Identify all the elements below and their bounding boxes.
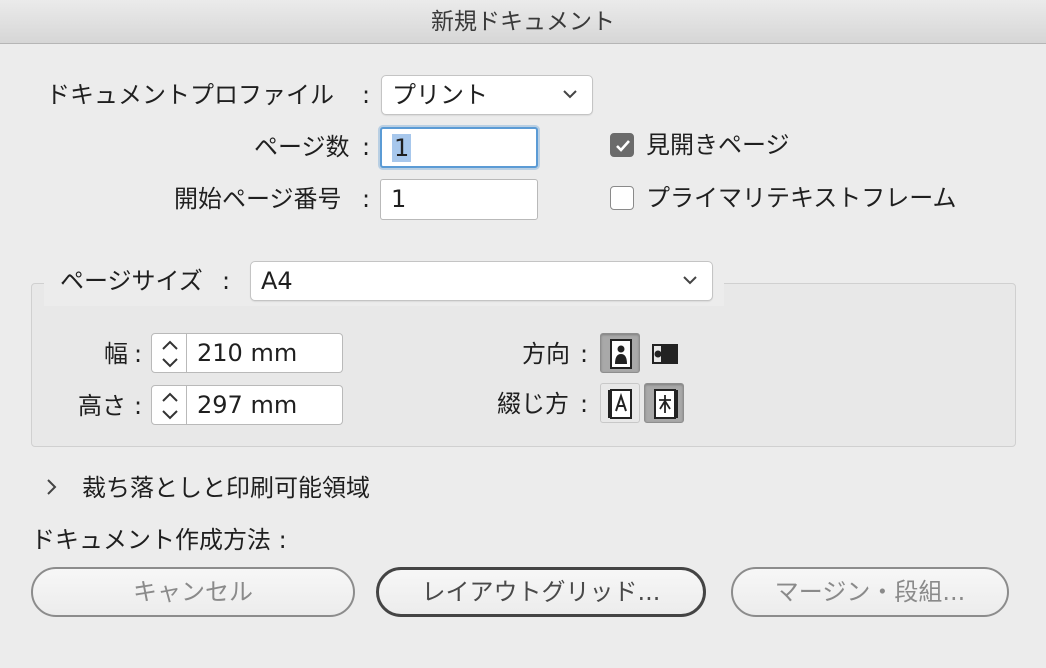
- portrait-icon: [610, 339, 632, 369]
- start-page-value: 1: [391, 185, 407, 213]
- primary-text-frame-label: プライマリテキストフレーム: [646, 184, 957, 212]
- pages-label: ページ数: [254, 133, 350, 161]
- chevron-down-icon: [683, 276, 697, 285]
- checkmark-icon: [616, 140, 630, 152]
- binding-colon: :: [580, 390, 589, 418]
- creation-method-label: ドキュメント作成方法 :: [31, 526, 287, 554]
- stepper-arrows-icon: [162, 340, 178, 368]
- page-size-value: A4: [261, 267, 293, 295]
- binding-left-to-right-icon: [608, 389, 632, 419]
- width-input[interactable]: 210 mm: [187, 333, 343, 373]
- width-stepper[interactable]: [151, 333, 187, 373]
- start-page-input[interactable]: 1: [380, 179, 538, 220]
- page-size-colon: :: [222, 267, 231, 295]
- height-label: 高さ: [78, 392, 126, 420]
- binding-left-button[interactable]: [600, 383, 640, 423]
- profile-select[interactable]: プリント: [381, 75, 593, 115]
- facing-pages-label: 見開きページ: [646, 131, 790, 159]
- portrait-button[interactable]: [600, 333, 640, 373]
- binding-right-to-left-icon: [654, 389, 678, 419]
- chevron-down-icon: [563, 90, 577, 99]
- pages-value: 1: [392, 134, 412, 162]
- height-stepper[interactable]: [151, 385, 187, 425]
- width-colon: :: [134, 340, 143, 368]
- height-value: 297 mm: [197, 391, 298, 419]
- layout-grid-button[interactable]: レイアウトグリッド...: [376, 567, 706, 617]
- binding-label: 綴じ方: [497, 390, 569, 418]
- start-page-colon: :: [362, 185, 371, 213]
- chevron-right-icon[interactable]: [45, 475, 59, 499]
- orientation-colon: :: [580, 340, 589, 368]
- width-label: 幅: [104, 340, 128, 368]
- width-value: 210 mm: [197, 339, 298, 367]
- start-page-label: 開始ページ番号: [174, 185, 342, 213]
- facing-pages-checkbox[interactable]: [610, 133, 634, 157]
- height-colon: :: [134, 392, 143, 420]
- pages-colon: :: [362, 133, 371, 161]
- landscape-icon: [652, 344, 678, 364]
- primary-text-frame-checkbox[interactable]: [610, 186, 634, 210]
- landscape-button[interactable]: [644, 333, 684, 373]
- stepper-arrows-icon: [162, 392, 178, 420]
- margins-columns-button[interactable]: マージン・段組...: [731, 567, 1009, 617]
- page-size-label: ページサイズ: [60, 267, 203, 295]
- profile-label: ドキュメントプロファイル: [46, 81, 334, 109]
- profile-colon: :: [362, 81, 371, 109]
- binding-right-button[interactable]: [644, 383, 684, 423]
- cancel-button[interactable]: キャンセル: [31, 567, 355, 617]
- orientation-label: 方向: [522, 340, 570, 368]
- pages-input[interactable]: 1: [380, 127, 538, 168]
- bleed-label[interactable]: 裁ち落としと印刷可能領域: [82, 471, 370, 505]
- height-input[interactable]: 297 mm: [187, 385, 343, 425]
- page-size-select[interactable]: A4: [250, 261, 713, 301]
- window-title: 新規ドキュメント: [0, 0, 1046, 44]
- profile-value: プリント: [392, 81, 488, 109]
